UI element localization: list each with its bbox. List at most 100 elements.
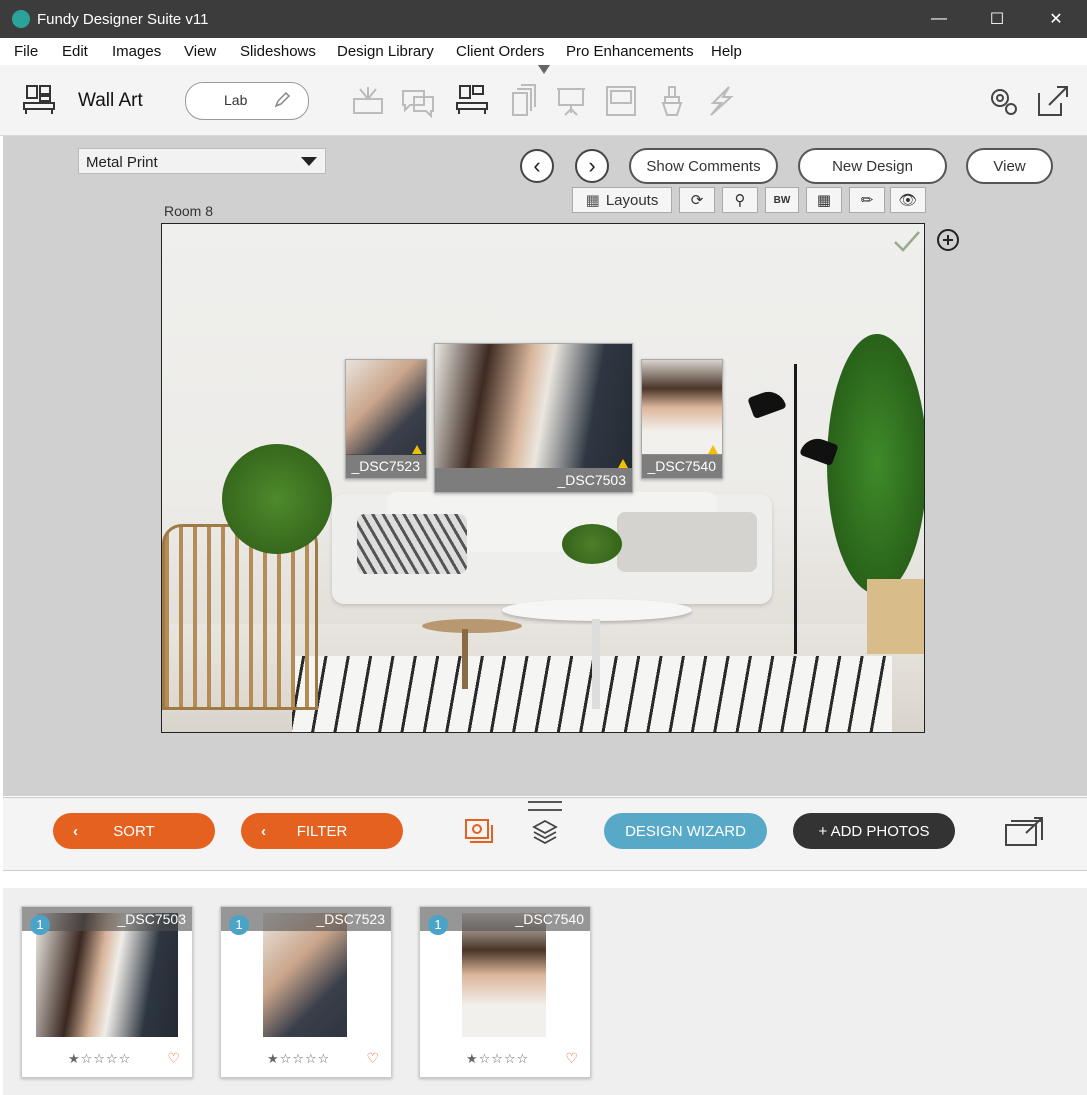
design-wizard-button[interactable]: DESIGN WIZARD [604, 813, 767, 849]
cards-icon[interactable] [505, 83, 541, 119]
thumbnail-photo [263, 913, 347, 1037]
menu-slideshows[interactable]: Slideshows [240, 43, 316, 60]
wall-art-icon [23, 85, 55, 114]
heart-icon[interactable]: ♡ [565, 1050, 578, 1067]
frame-label: _DSC7503 [435, 468, 632, 492]
presentation-icon[interactable] [553, 83, 589, 119]
room-scene[interactable]: _DSC7523 _DSC7503 _DSC7540 [161, 223, 925, 733]
settings-gear-icon[interactable] [985, 83, 1021, 119]
pillow-right [617, 512, 757, 572]
wall-frame-left[interactable]: _DSC7523 [345, 359, 427, 479]
product-select-value: Metal Print [86, 154, 158, 171]
lab-button[interactable]: Lab [185, 82, 309, 120]
expand-tray-icon[interactable] [1004, 815, 1046, 849]
menu-design-library[interactable]: Design Library [337, 43, 434, 60]
warning-icon [708, 445, 718, 454]
pillow-left [357, 514, 467, 574]
usage-count-badge: 1 [30, 915, 50, 935]
checkmark-icon[interactable] [892, 228, 922, 254]
next-button[interactable]: › [575, 149, 609, 183]
chevron-left-icon: ‹ [261, 822, 266, 840]
main-toolbar: Wall Art Lab [0, 65, 1087, 136]
chevron-left-icon: ‹ [533, 153, 541, 178]
proofing-icon[interactable] [400, 83, 436, 119]
menu-client-orders[interactable]: Client Orders [456, 43, 544, 60]
maximize-icon[interactable]: ☐ [968, 0, 1026, 38]
plant-right [827, 334, 924, 594]
tray-thumbnail[interactable]: _DSC7503 1 ★☆☆☆☆ ♡ [21, 906, 193, 1078]
planter-box [867, 579, 924, 654]
thumbnail-photo [462, 913, 546, 1037]
module-title: Wall Art [78, 90, 143, 111]
room-label: Room 8 [164, 203, 214, 219]
minimize-icon[interactable]: — [910, 0, 968, 38]
lamp-shade-left [747, 386, 787, 420]
eye-icon: 👁 [898, 192, 918, 209]
wall-frame-right[interactable]: _DSC7540 [641, 359, 723, 479]
star-rating[interactable]: ★☆☆☆☆ [466, 1051, 529, 1067]
pin-icon: ⚲ [734, 192, 746, 209]
active-module-indicator [538, 65, 550, 74]
chevron-left-icon: ‹ [73, 822, 78, 840]
menu-view[interactable]: View [184, 43, 216, 60]
menu-help[interactable]: Help [711, 43, 742, 60]
frame-photo [642, 360, 722, 455]
menu-images[interactable]: Images [112, 43, 161, 60]
product-select[interactable]: Metal Print [78, 148, 326, 174]
resize-handle[interactable] [528, 801, 562, 811]
previous-button[interactable]: ‹ [520, 149, 554, 183]
chevron-right-icon: › [588, 153, 596, 178]
close-icon[interactable]: ✕ [1027, 0, 1085, 38]
wall-art-module-icon[interactable] [455, 83, 491, 119]
frame-label: _DSC7540 [642, 454, 722, 478]
app-logo-icon [12, 10, 30, 28]
swap-button[interactable]: ⟳ [679, 187, 715, 213]
filter-button[interactable]: ‹ FILTER [241, 813, 403, 849]
plant-left [222, 444, 332, 554]
wall-frame-center[interactable]: _DSC7503 [434, 343, 633, 493]
menu-edit[interactable]: Edit [62, 43, 88, 60]
layers-icon[interactable] [530, 817, 560, 847]
view-button[interactable]: View [966, 148, 1053, 184]
heart-icon[interactable]: ♡ [167, 1050, 180, 1067]
star-rating[interactable]: ★☆☆☆☆ [68, 1051, 131, 1067]
tray-thumbnail[interactable]: _DSC7540 1 ★☆☆☆☆ ♡ [419, 906, 591, 1078]
menu-bar: File Edit Images View Slideshows Design … [0, 38, 1087, 66]
sort-label: SORT [113, 822, 155, 840]
pin-button[interactable]: ⚲ [722, 187, 758, 213]
new-design-button[interactable]: New Design [798, 148, 947, 184]
side-table [422, 619, 522, 633]
add-circle-icon[interactable] [936, 228, 960, 252]
thumbnail-photo [36, 913, 178, 1037]
window-title: Fundy Designer Suite v11 [37, 11, 209, 28]
star-rating[interactable]: ★☆☆☆☆ [267, 1051, 330, 1067]
photos-stack-icon[interactable] [463, 817, 495, 847]
ruler-button[interactable]: ✏ [849, 187, 885, 213]
menu-pro-enhancements[interactable]: Pro Enhancements [566, 43, 694, 60]
calculator-icon: ▦ [816, 192, 832, 209]
show-comments-button[interactable]: Show Comments [629, 148, 778, 184]
heart-icon[interactable]: ♡ [366, 1050, 379, 1067]
bw-button[interactable]: BW [765, 187, 799, 213]
menu-file[interactable]: File [14, 43, 38, 60]
chevron-down-icon [301, 157, 317, 166]
social-icon[interactable] [703, 83, 739, 119]
layouts-label: Layouts [605, 191, 659, 209]
sort-button[interactable]: ‹ SORT [53, 813, 215, 849]
add-photos-button[interactable]: + ADD PHOTOS [793, 813, 955, 849]
side-table-leg [462, 629, 468, 689]
calculator-button[interactable]: ▦ [806, 187, 842, 213]
retouch-icon[interactable] [653, 83, 689, 119]
preview-button[interactable]: 👁 [890, 187, 926, 213]
layouts-button[interactable]: ▦ Layouts [572, 187, 672, 213]
tray-thumbnail[interactable]: _DSC7523 1 ★☆☆☆☆ ♡ [220, 906, 392, 1078]
flower-vase [562, 524, 622, 564]
export-icon[interactable] [1035, 83, 1071, 119]
frame-label: _DSC7523 [346, 454, 426, 478]
coffee-table [502, 599, 692, 621]
album-icon[interactable] [350, 83, 386, 119]
ruler-icon: ✏ [860, 192, 874, 209]
usage-count-badge: 1 [229, 915, 249, 935]
layout-icon[interactable] [603, 83, 639, 119]
warning-icon [618, 459, 628, 468]
